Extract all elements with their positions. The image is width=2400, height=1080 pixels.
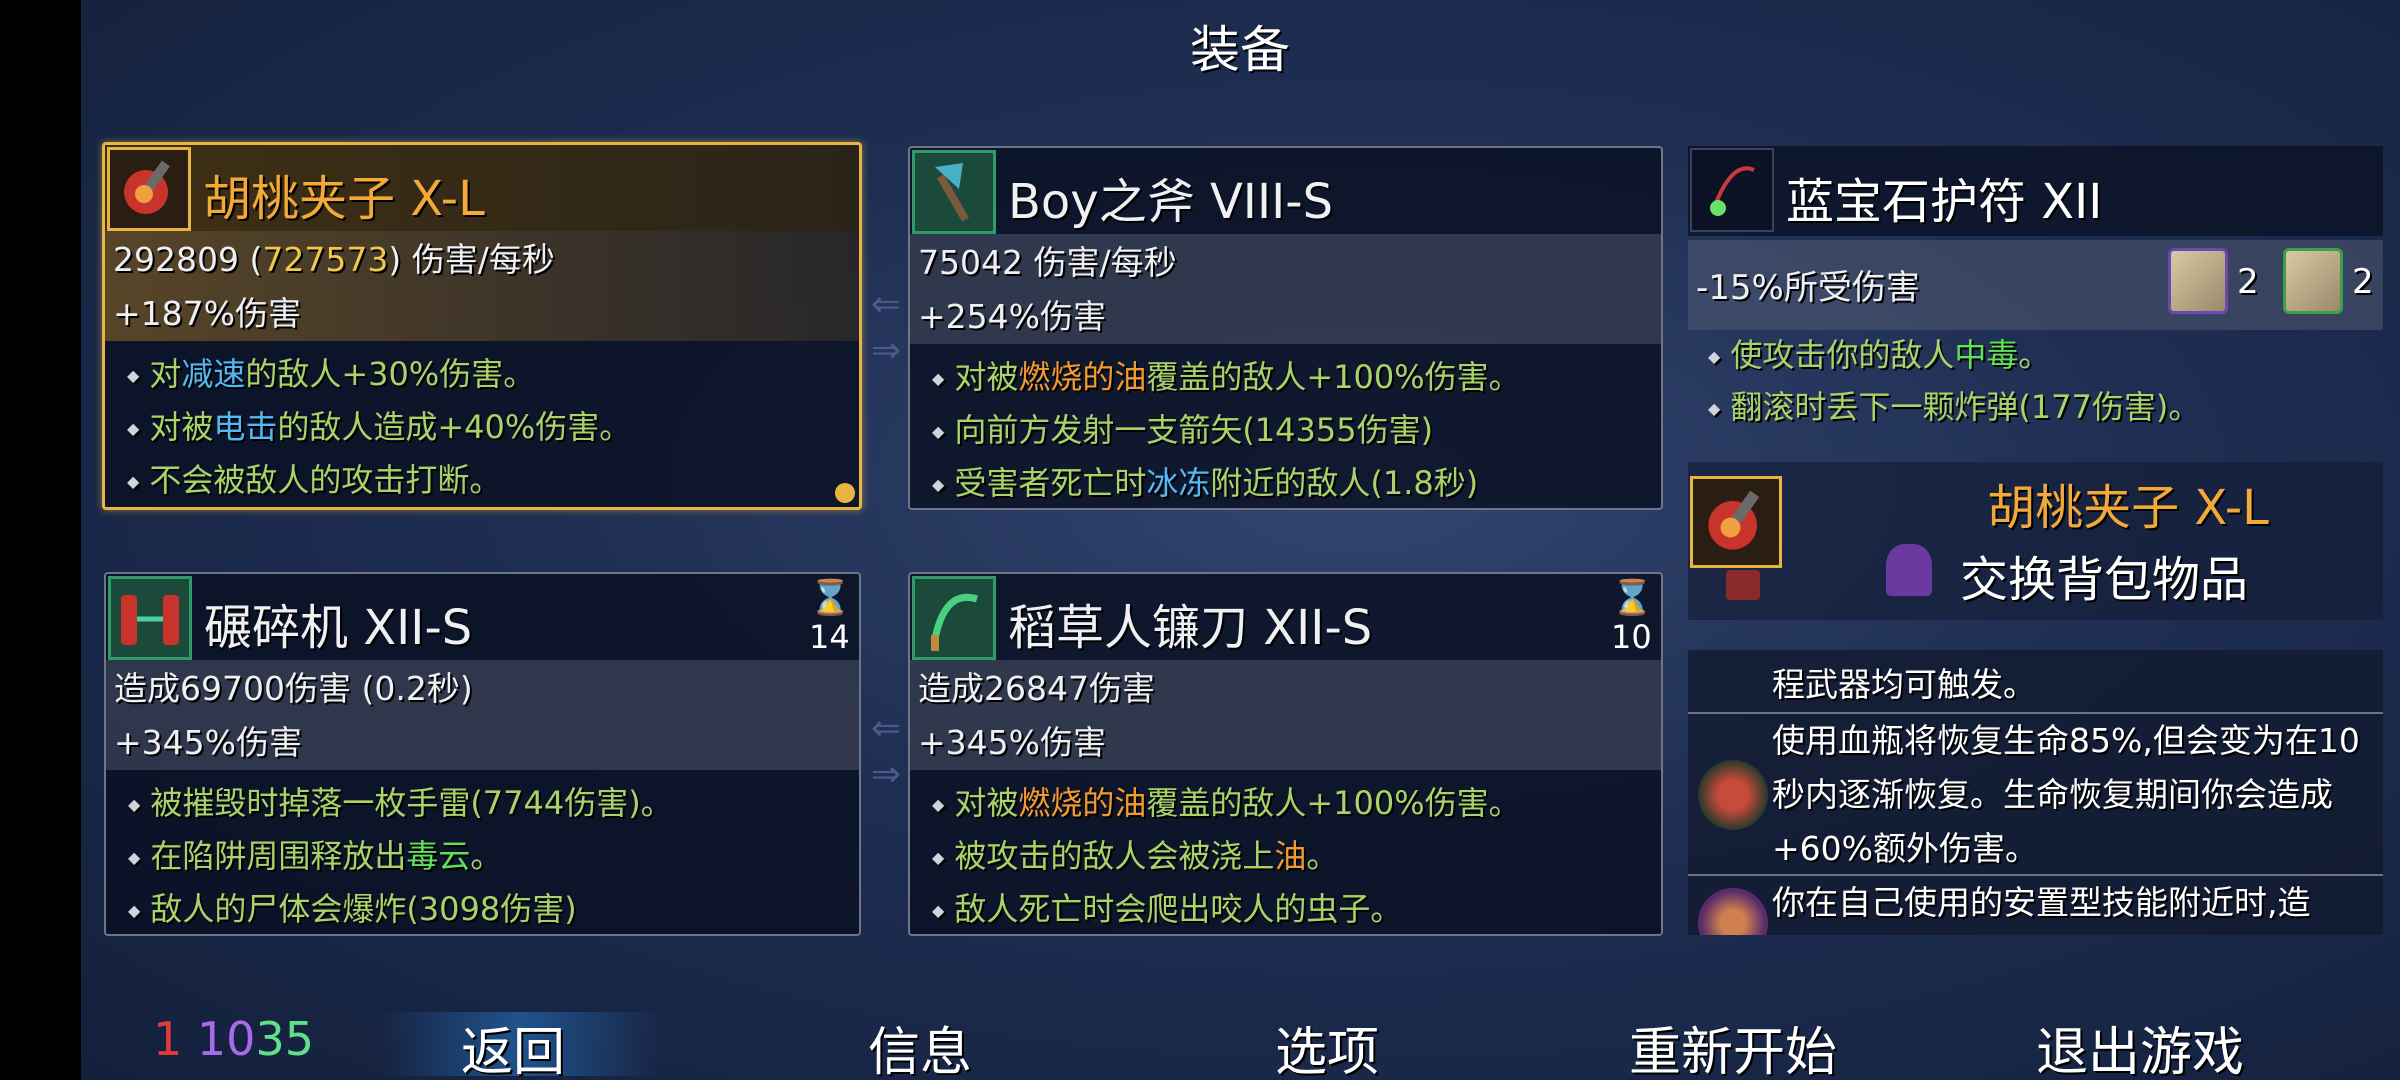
effect-item: 敌人的尸体会爆炸(3098伤害): [128, 884, 673, 934]
swap-left-arrow-icon[interactable]: ⇐: [862, 711, 910, 747]
weapon-card-boy-axe[interactable]: Boy之斧 VIII-S 75042 伤害/每秒 +254%伤害 对被燃烧的油覆…: [908, 146, 1663, 510]
amulet-stat: -15%所受伤害: [1696, 268, 1920, 308]
cooldown-value: 14: [809, 618, 850, 656]
mutation-item: 使用血瓶将恢复生命85%,但会变为在10秒内逐渐恢复。生命恢复期间你会造成+60…: [1688, 712, 2383, 874]
nutcracker-weapon-icon: [107, 147, 191, 231]
swap-item-name: 胡桃夹子 X-L: [1987, 480, 2269, 536]
dps-bonus-value: 727573: [262, 240, 389, 279]
weapon-name: Boy之斧 VIII-S: [1008, 174, 1334, 230]
effect-item: 在陷阱周围释放出毒云。: [128, 831, 673, 884]
dps-suffix: 伤害/每秒: [411, 240, 555, 279]
effect-item: 翻滚时丢下一颗炸弹(177伤害)。: [1708, 382, 2200, 434]
amulet-name: 蓝宝石护符 XII: [1786, 174, 2103, 230]
swap-left-arrow-icon[interactable]: ⇐: [862, 287, 910, 323]
mutation-text: 程武器均可触发。: [1772, 665, 2036, 704]
weapon-bonus: +187%伤害: [113, 294, 301, 333]
selected-corner-ornament: [835, 483, 855, 503]
mutation-item: 你在自己使用的安置型技能附近时,造: [1688, 874, 2383, 935]
amulet-effects: 使攻击你的敌人中毒。 翻滚时丢下一颗炸弹(177伤害)。: [1708, 330, 2200, 434]
skill-name: 碾碎机 XII-S: [204, 600, 473, 656]
effect-item: 对被燃烧的油覆盖的敌人+100%伤害。: [932, 778, 1520, 831]
green-scroll-icon: [2283, 248, 2343, 314]
weapon-effects: 对减速的敌人+30%伤害。 对被电击的敌人造成+40%伤害。 不会被敌人的攻击打…: [127, 349, 631, 507]
purple-scroll-count: 2: [2237, 262, 2259, 302]
currency-display: 1 1035: [153, 1012, 314, 1066]
weapon-card-nutcracker[interactable]: 胡桃夹子 X-L 292809 (727573) 伤害/每秒 +187%伤害 对…: [102, 142, 862, 510]
skill-name: 稻草人镰刀 XII-S: [1008, 600, 1373, 656]
back-button[interactable]: 返回: [383, 1010, 643, 1080]
currency-purple: 10: [196, 1012, 256, 1066]
amulet-card[interactable]: 蓝宝石护符 XII -15%所受伤害 2 2 使攻击你的敌人中毒。 翻滚时丢下一…: [1688, 146, 2383, 426]
health-flask-icon: [1698, 760, 1768, 830]
quit-game-button[interactable]: 退出游戏: [2010, 1010, 2270, 1080]
page-title: 装备: [1190, 21, 1290, 79]
deployable-skill-icon: [1698, 888, 1768, 935]
skill-damage: 造成26847伤害: [918, 669, 1155, 708]
skill-bonus: +345%伤害: [918, 723, 1106, 762]
backpack-badge-icon: [1726, 570, 1760, 600]
effect-item: 不会被敌人的攻击打断。: [127, 455, 631, 507]
currency-red: 1: [153, 1012, 183, 1066]
options-button[interactable]: 选项: [1197, 1010, 1457, 1080]
backpack-icon: [1886, 544, 1932, 596]
hourglass-icon: ⌛: [809, 578, 852, 618]
currency-green: 35: [255, 1012, 314, 1066]
effect-item: 对被电击的敌人造成+40%伤害。: [127, 402, 631, 455]
effect-item: 受害者死亡时冰冻附近的敌人(1.8秒): [932, 458, 1521, 508]
skill-card-crusher[interactable]: 碾碎机 XII-S ⌛ 14 造成69700伤害 (0.2秒) +345%伤害 …: [104, 572, 861, 936]
effect-item: 被攻击的敌人会被浇上油。: [932, 831, 1521, 884]
swap-backpack-panel[interactable]: 胡桃夹子 X-L 交换背包物品: [1688, 462, 2383, 620]
axe-weapon-icon: [912, 150, 996, 234]
skill-effects: 被摧毁时掉落一枚手雷(7744伤害)。 在陷阱周围释放出毒云。 敌人的尸体会爆炸…: [128, 778, 673, 934]
skill-effects: 对被燃烧的油覆盖的敌人+100%伤害。 被攻击的敌人会被浇上油。 敌人死亡时会爬…: [932, 778, 1521, 934]
cooldown-timer: ⌛ 10: [1611, 578, 1654, 656]
swap-right-arrow-icon[interactable]: ⇒: [862, 757, 910, 793]
weapon-effects: 对被燃烧的油覆盖的敌人+100%伤害。 向前方发射一支箭矢(14355伤害) 受…: [932, 352, 1521, 508]
effect-item: 对被燃烧的油覆盖的敌人+100%伤害。: [932, 352, 1520, 405]
effect-item: 被摧毁时掉落一枚手雷(7744伤害)。: [128, 778, 672, 831]
mutation-text: 使用血瓶将恢复生命85%,但会变为在10秒内逐渐恢复。生命恢复期间你会造成+60…: [1772, 721, 2360, 868]
mutation-text: 你在自己使用的安置型技能附近时,造: [1772, 883, 2311, 922]
bottom-menu: 1 1035 返回 信息 选项 重新开始 退出游戏: [81, 990, 2400, 1080]
weapon-dps: 292809 (727573) 伤害/每秒: [113, 240, 555, 279]
effect-item: 向前方发射一支箭矢(14355伤害): [932, 405, 1521, 458]
crusher-skill-icon: [108, 576, 192, 660]
swap-right-arrow-icon[interactable]: ⇒: [862, 333, 910, 369]
green-scroll-count: 2: [2352, 262, 2374, 302]
effect-item: 对减速的敌人+30%伤害。: [127, 349, 631, 402]
skill-bonus: +345%伤害: [114, 723, 302, 762]
cooldown-value: 10: [1611, 618, 1652, 656]
dps-value: 292809: [113, 240, 239, 279]
mutations-list[interactable]: 程武器均可触发。 使用血瓶将恢复生命85%,但会变为在10秒内逐渐恢复。生命恢复…: [1688, 650, 2383, 935]
effect-item: 使攻击你的敌人中毒。: [1708, 330, 2200, 382]
purple-scroll-icon: [2168, 248, 2228, 314]
effect-item: 敌人死亡时会爬出咬人的虫子。: [932, 884, 1521, 934]
left-black-bar: [0, 0, 81, 1080]
nutcracker-weapon-icon: [1690, 476, 1782, 568]
weapon-name: 胡桃夹子 X-L: [203, 171, 485, 227]
weapon-dps: 75042 伤害/每秒: [918, 243, 1177, 282]
hourglass-icon: ⌛: [1611, 578, 1654, 618]
amulet-icon: [1690, 148, 1774, 232]
swap-backpack-label[interactable]: 交换背包物品: [1960, 540, 2248, 610]
skill-damage: 造成69700伤害 (0.2秒): [114, 669, 473, 708]
info-button[interactable]: 信息: [790, 1010, 1050, 1080]
skill-card-scarecrow-scythe[interactable]: 稻草人镰刀 XII-S ⌛ 10 造成26847伤害 +345%伤害 对被燃烧的…: [908, 572, 1663, 936]
weapon-bonus: +254%伤害: [918, 297, 1106, 336]
cooldown-timer: ⌛ 14: [809, 578, 852, 656]
restart-button[interactable]: 重新开始: [1603, 1010, 1863, 1080]
mutation-item: 程武器均可触发。: [1688, 650, 2383, 712]
scythe-skill-icon: [912, 576, 996, 660]
